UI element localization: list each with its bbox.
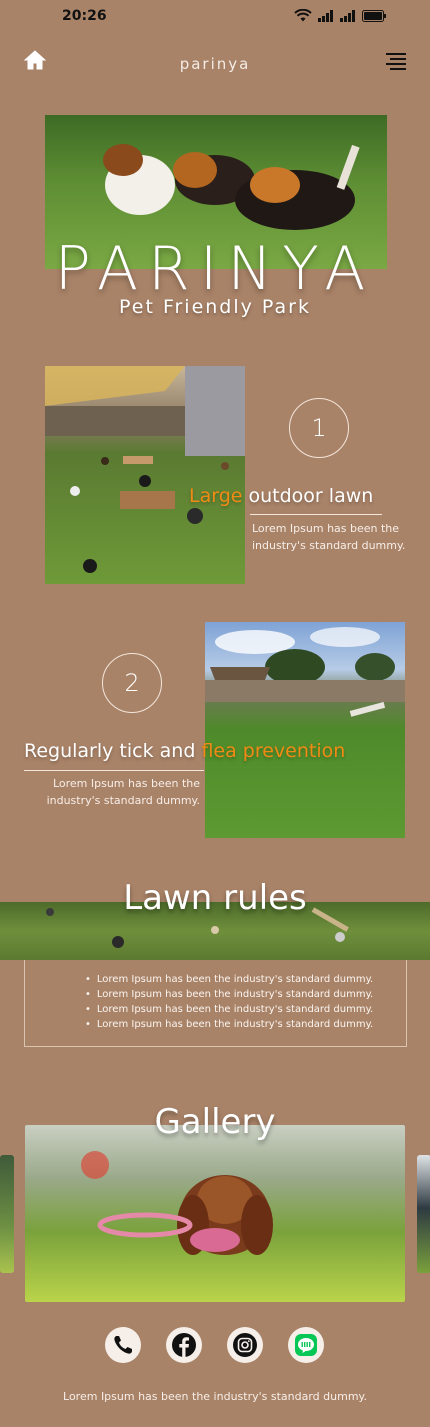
divider xyxy=(250,514,382,515)
battery-icon xyxy=(362,9,386,22)
gallery-next-slide[interactable] xyxy=(417,1155,430,1273)
menu-icon-bar xyxy=(386,53,406,55)
feature-image-yard xyxy=(205,622,405,838)
feature-title-accent: flea prevention xyxy=(201,740,346,762)
line-button[interactable] xyxy=(288,1327,324,1363)
rules-item: Lorem Ipsum has been the industry's stan… xyxy=(85,1017,406,1032)
feature-image-lawn xyxy=(45,366,245,584)
gallery-main-image[interactable] xyxy=(25,1125,405,1302)
feature-number-1: 1 xyxy=(289,398,349,458)
instagram-icon xyxy=(233,1333,257,1357)
rules-item: Lorem Ipsum has been the industry's stan… xyxy=(85,987,406,1002)
brand-title: parinya xyxy=(179,55,251,73)
hero-title: PARINYA xyxy=(54,234,376,304)
rules-item: Lorem Ipsum has been the industry's stan… xyxy=(85,972,406,987)
phone-button[interactable] xyxy=(105,1327,141,1363)
facebook-button[interactable] xyxy=(166,1327,202,1363)
rules-item: Lorem Ipsum has been the industry's stan… xyxy=(85,1002,406,1017)
hero-subtitle: Pet Friendly Park xyxy=(118,296,311,318)
feature-title-text: outdoor lawn xyxy=(242,485,374,507)
footer-text: Lorem Ipsum has been the industry's stan… xyxy=(63,1390,367,1403)
menu-icon-bar xyxy=(390,68,406,70)
gallery-prev-slide[interactable] xyxy=(0,1155,14,1273)
phone-icon xyxy=(114,1336,132,1354)
menu-icon-bar xyxy=(390,58,406,60)
feature-title-1: Large outdoor lawn xyxy=(189,485,373,507)
rules-box: Lorem Ipsum has been the industry's stan… xyxy=(24,960,407,1047)
feature-title-text: Regularly tick and xyxy=(24,740,202,762)
signal-icon xyxy=(318,9,333,22)
signal-icon xyxy=(340,9,355,22)
facebook-icon xyxy=(172,1333,196,1357)
instagram-button[interactable] xyxy=(227,1327,263,1363)
line-icon xyxy=(295,1334,317,1356)
menu-icon-bar xyxy=(386,63,406,65)
status-time: 20:26 xyxy=(62,8,107,24)
divider xyxy=(24,770,204,771)
feature-description-1: Lorem Ipsum has been the industry's stan… xyxy=(252,522,406,552)
feature-description-2: Lorem Ipsum has been the industry's stan… xyxy=(46,777,200,807)
feature-number-2: 2 xyxy=(102,653,162,713)
menu-button[interactable] xyxy=(386,53,406,71)
rules-list: Lorem Ipsum has been the industry's stan… xyxy=(25,960,406,1032)
status-icons xyxy=(294,9,386,22)
feature-title-accent: Large xyxy=(189,485,243,507)
feature-title-2: Regularly tick and flea prevention xyxy=(24,740,345,762)
gallery-title: Gallery xyxy=(154,1102,276,1142)
rules-title: Lawn rules xyxy=(123,878,307,918)
wifi-icon xyxy=(294,9,312,22)
